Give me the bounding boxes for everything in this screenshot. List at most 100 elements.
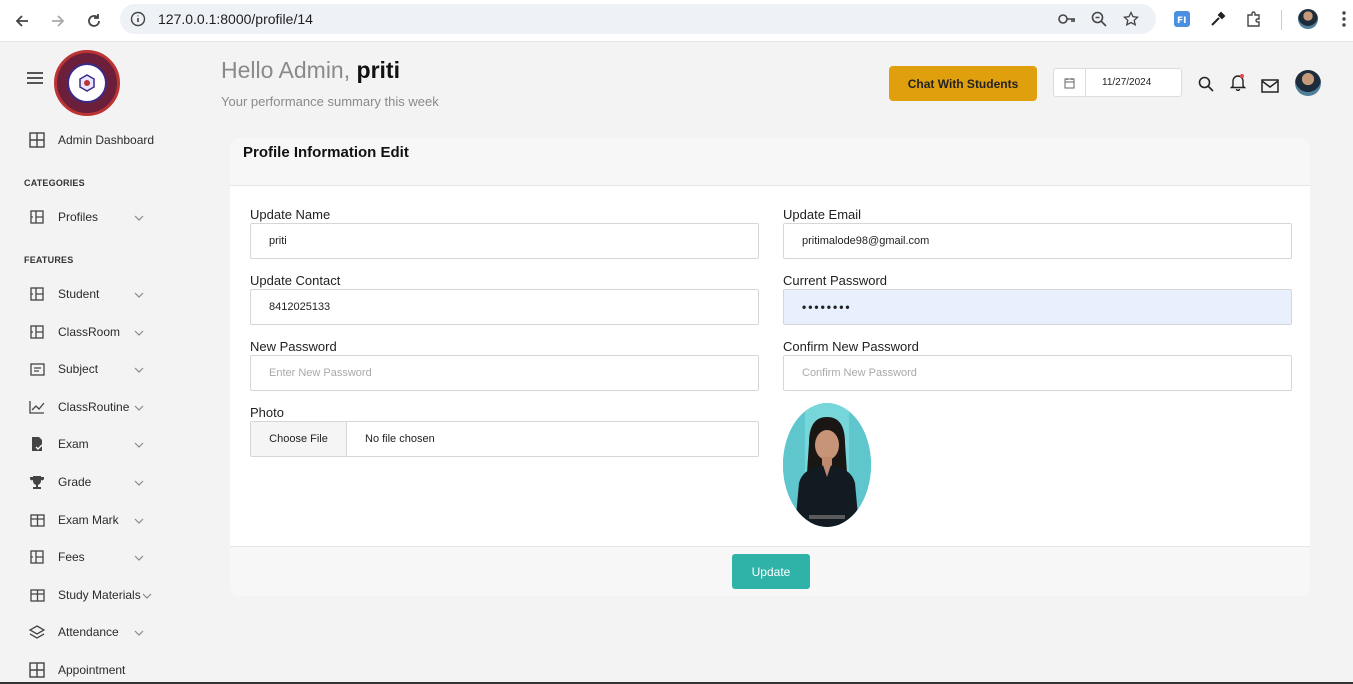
calendar-icon[interactable] [1054,69,1086,96]
greeting-prefix: Hello Admin, [221,57,351,83]
sidebar-item-label: Subject [58,362,99,376]
profile-edit-card: Profile Information Edit Update Name pri… [230,138,1310,596]
key-icon[interactable] [1056,8,1078,30]
chat-with-students-button[interactable]: Chat With Students [889,66,1037,101]
message-square-icon [28,360,46,378]
sidebar-item-classroom[interactable]: ClassRoom [28,320,144,344]
sidebar: Admin Dashboard CATEGORIES Profiles FEAT… [0,42,200,684]
sidebar-item-student[interactable]: Student [28,282,144,306]
sidebar-item-exam-mark[interactable]: Exam Mark [28,508,144,532]
sidebar-item-label: Attendance [58,625,119,639]
star-icon[interactable] [1120,8,1142,30]
sidebar-item-exam[interactable]: Exam [28,432,144,456]
sidebar-item-grade[interactable]: Grade [28,470,144,494]
card-title: Profile Information Edit [243,144,409,161]
sidebar-item-appointment[interactable]: Appointment [28,658,125,682]
sidebar-item-label: Exam Mark [58,513,119,527]
sidebar-item-label: ClassRoutine [58,400,130,414]
sidebar-item-subject[interactable]: Subject [28,357,144,381]
bell-icon[interactable] [1228,72,1248,92]
sidebar-item-label: ClassRoom [58,325,121,339]
layout-icon [28,323,46,341]
address-bar[interactable]: 127.0.0.1:8000/profile/14 [120,4,1156,34]
date-picker[interactable]: 11/27/2024 [1053,68,1182,97]
file-status: No file chosen [365,433,435,445]
sidebar-item-label: Fees [58,550,85,564]
search-icon[interactable] [1196,74,1216,94]
sidebar-item-label: Profiles [58,210,99,224]
greeting: Hello Admin, priti [221,57,400,84]
chevron-down-icon [134,550,144,564]
table-icon [28,511,46,529]
categories-heading: CATEGORIES [24,178,85,188]
features-heading: FEATURES [24,255,74,265]
update-name-label: Update Name [250,207,331,222]
toolbar-divider [1281,10,1282,30]
sidebar-item-label: Appointment [58,663,126,677]
sidebar-item-label: Admin Dashboard [58,133,155,147]
layout-icon [28,548,46,566]
line-chart-icon [28,398,46,416]
greeting-subtitle: Your performance summary this week [221,94,439,109]
chevron-down-icon [134,437,144,451]
zoom-icon[interactable] [1088,8,1110,30]
sidebar-item-admin-dashboard[interactable]: Admin Dashboard [28,128,154,152]
date-value: 11/27/2024 [1102,77,1152,88]
back-icon[interactable] [9,8,35,34]
photo-file-input[interactable]: Choose File No file chosen [250,421,759,457]
sidebar-item-study-materials[interactable]: Study Materials [28,583,152,607]
grid-icon [28,661,46,679]
extension-fi-icon[interactable]: FI [1171,8,1193,30]
eyedropper-icon[interactable] [1207,8,1229,30]
confirm-password-label: Confirm New Password [783,339,919,354]
browser-toolbar: 127.0.0.1:8000/profile/14 FI [0,0,1353,42]
menu-icon[interactable] [27,72,43,86]
sidebar-item-label: Exam [58,437,89,451]
greeting-name: priti [356,57,400,83]
card-header: Profile Information Edit [230,138,1310,186]
update-contact-input[interactable]: 8412025133 [250,289,759,325]
more-vert-icon[interactable] [1333,8,1353,30]
update-button[interactable]: Update [732,554,810,589]
reload-icon[interactable] [81,8,107,34]
update-email-label: Update Email [783,207,862,222]
new-password-input[interactable]: Enter New Password [250,355,759,391]
photo-label: Photo [250,405,284,420]
chevron-down-icon [134,362,144,376]
chevron-down-icon [134,513,144,527]
sidebar-item-attendance[interactable]: Attendance [28,620,144,644]
layout-icon [28,208,46,226]
svg-text:FI: FI [1177,16,1187,26]
school-logo [54,50,120,116]
table-icon [28,586,46,604]
trophy-icon [28,473,46,491]
profile-avatar-icon[interactable] [1297,8,1319,30]
layers-icon [28,623,46,641]
forward-icon[interactable] [45,8,71,34]
sidebar-item-fees[interactable]: Fees [28,545,144,569]
user-avatar[interactable] [1295,70,1321,96]
file-check-icon [28,435,46,453]
chevron-down-icon [134,625,144,639]
url-text: 127.0.0.1:8000/profile/14 [158,11,313,27]
sidebar-item-classroutine[interactable]: ClassRoutine [28,395,144,419]
current-password-input[interactable]: •••••••• [783,289,1292,325]
site-info-icon[interactable] [130,11,146,32]
profile-photo [783,403,871,527]
choose-file-button[interactable]: Choose File [251,422,347,456]
update-email-input[interactable]: pritimalode98@gmail.com [783,223,1292,259]
layout-icon [28,285,46,303]
current-password-label: Current Password [783,273,888,288]
sidebar-item-label: Study Materials [58,588,141,602]
chevron-down-icon [134,287,144,301]
grid-icon [28,131,46,149]
extensions-puzzle-icon[interactable] [1243,8,1265,30]
chevron-down-icon [142,588,152,602]
sidebar-item-label: Student [58,287,100,301]
confirm-password-input[interactable]: Confirm New Password [783,355,1292,391]
chevron-down-icon [134,325,144,339]
mail-icon[interactable] [1260,76,1280,96]
update-name-input[interactable]: priti [250,223,759,259]
sidebar-item-profiles[interactable]: Profiles [28,205,144,229]
sidebar-item-label: Grade [58,475,92,489]
